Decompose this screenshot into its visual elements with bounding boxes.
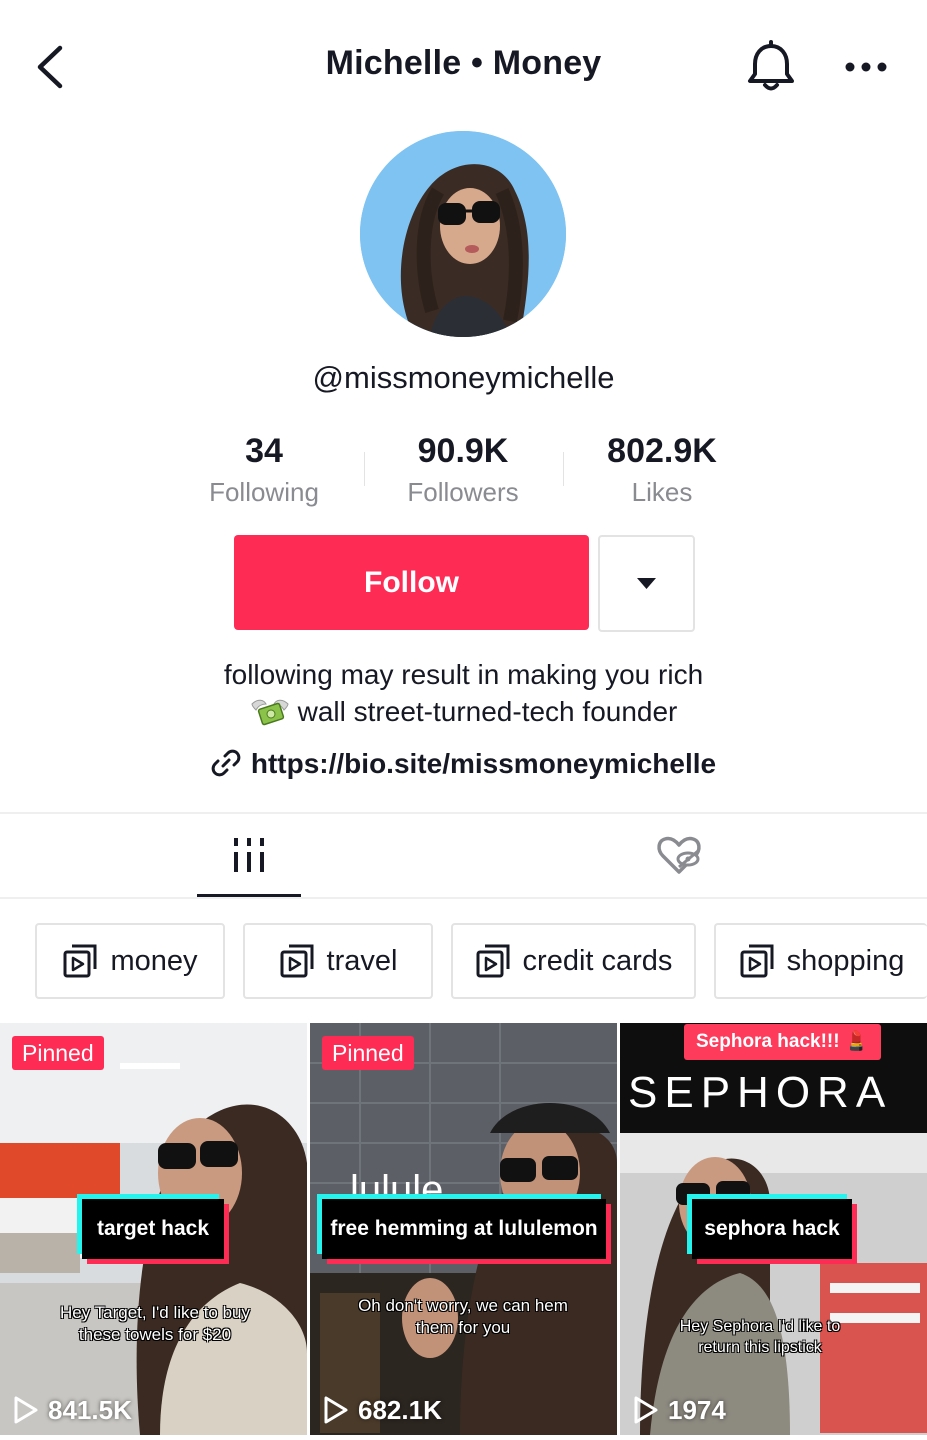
stat-followers[interactable]: 90.9K Followers [363,430,563,512]
caption-line: them for you [415,1318,511,1337]
playlist-money[interactable]: money [35,923,225,999]
playlist-credit-cards[interactable]: credit cards [451,923,696,999]
bio-link[interactable]: https://bio.site/missmoneymichelle [0,748,927,780]
play-icon [324,1396,348,1424]
follow-button[interactable]: Follow [234,535,589,630]
profile-username: @missmoneymichelle [312,360,615,395]
playlist-label: shopping [786,944,905,977]
video-caption: Hey Sephora I'd like to return this lips… [650,1316,870,1358]
caret-down-icon [637,578,656,589]
stat-label: Followers [407,477,519,507]
video-caption: Hey Target, I'd like to buy these towels… [30,1302,280,1346]
stat-value: 90.9K [417,432,509,470]
play-icon [14,1396,38,1424]
caption-line: Oh don't worry, we can hem [358,1296,568,1315]
stat-likes[interactable]: 802.9K Likes [562,430,762,512]
more-dots-icon[interactable] [838,52,894,82]
grid-icon[interactable] [226,836,272,876]
caption-line: these towels for $20 [78,1325,232,1344]
view-count-text: 841.5K [48,1394,132,1425]
video-title-overlay: free hemming at lululemon [322,1199,606,1259]
pinned-badge: Pinned [322,1036,414,1070]
stat-label: Likes [631,477,693,507]
liked-hidden-icon[interactable] [655,834,703,876]
caption-line: Hey Sephora I'd like to [679,1318,841,1335]
link-icon [211,749,241,777]
video-title-overlay: sephora hack [692,1199,852,1259]
view-count: 1974 [632,1390,726,1430]
bio-link-text: https://bio.site/missmoneymichelle [250,748,717,779]
bio-line-2: wall street-turned-tech founder [0,693,927,730]
playlist-icon [740,944,774,978]
playlist-icon [476,944,510,978]
caption-line: return this lipstick [698,1339,822,1356]
video-title-overlay: target hack [82,1199,224,1259]
money-with-wings-icon [251,699,289,726]
playlist-travel[interactable]: travel [243,923,433,999]
view-count: 682.1K [322,1390,442,1430]
bell-icon[interactable] [744,40,798,96]
caption-line: Hey Target, I'd like to buy [59,1303,251,1322]
store-sign: SEPHORA [628,1068,893,1117]
divider [0,812,927,814]
stat-value: 34 [245,432,283,470]
video-banner: Sephora hack!!! 💄 [684,1024,881,1060]
stat-following[interactable]: 34 Following [164,430,364,512]
avatar[interactable] [360,131,566,337]
bio-line: following may result in making you rich [223,659,704,690]
play-icon [634,1396,658,1424]
stat-value: 802.9K [607,432,717,470]
bio-text: wall street-turned-tech founder [297,696,678,727]
view-count-text: 1974 [668,1394,726,1425]
stat-label: Following [209,477,319,507]
pinned-badge: Pinned [12,1036,104,1070]
suggested-accounts-button[interactable] [598,535,695,632]
divider [0,897,927,899]
playlist-icon [280,944,314,978]
playlist-label: money [110,944,198,977]
playlist-icon [63,944,97,978]
playlist-label: credit cards [522,944,673,977]
playlist-shopping[interactable]: shopping [714,923,927,999]
view-count: 841.5K [12,1390,132,1430]
video-caption: Oh don't worry, we can hem them for you [322,1295,604,1339]
playlist-label: travel [326,944,398,977]
view-count-text: 682.1K [358,1394,442,1425]
